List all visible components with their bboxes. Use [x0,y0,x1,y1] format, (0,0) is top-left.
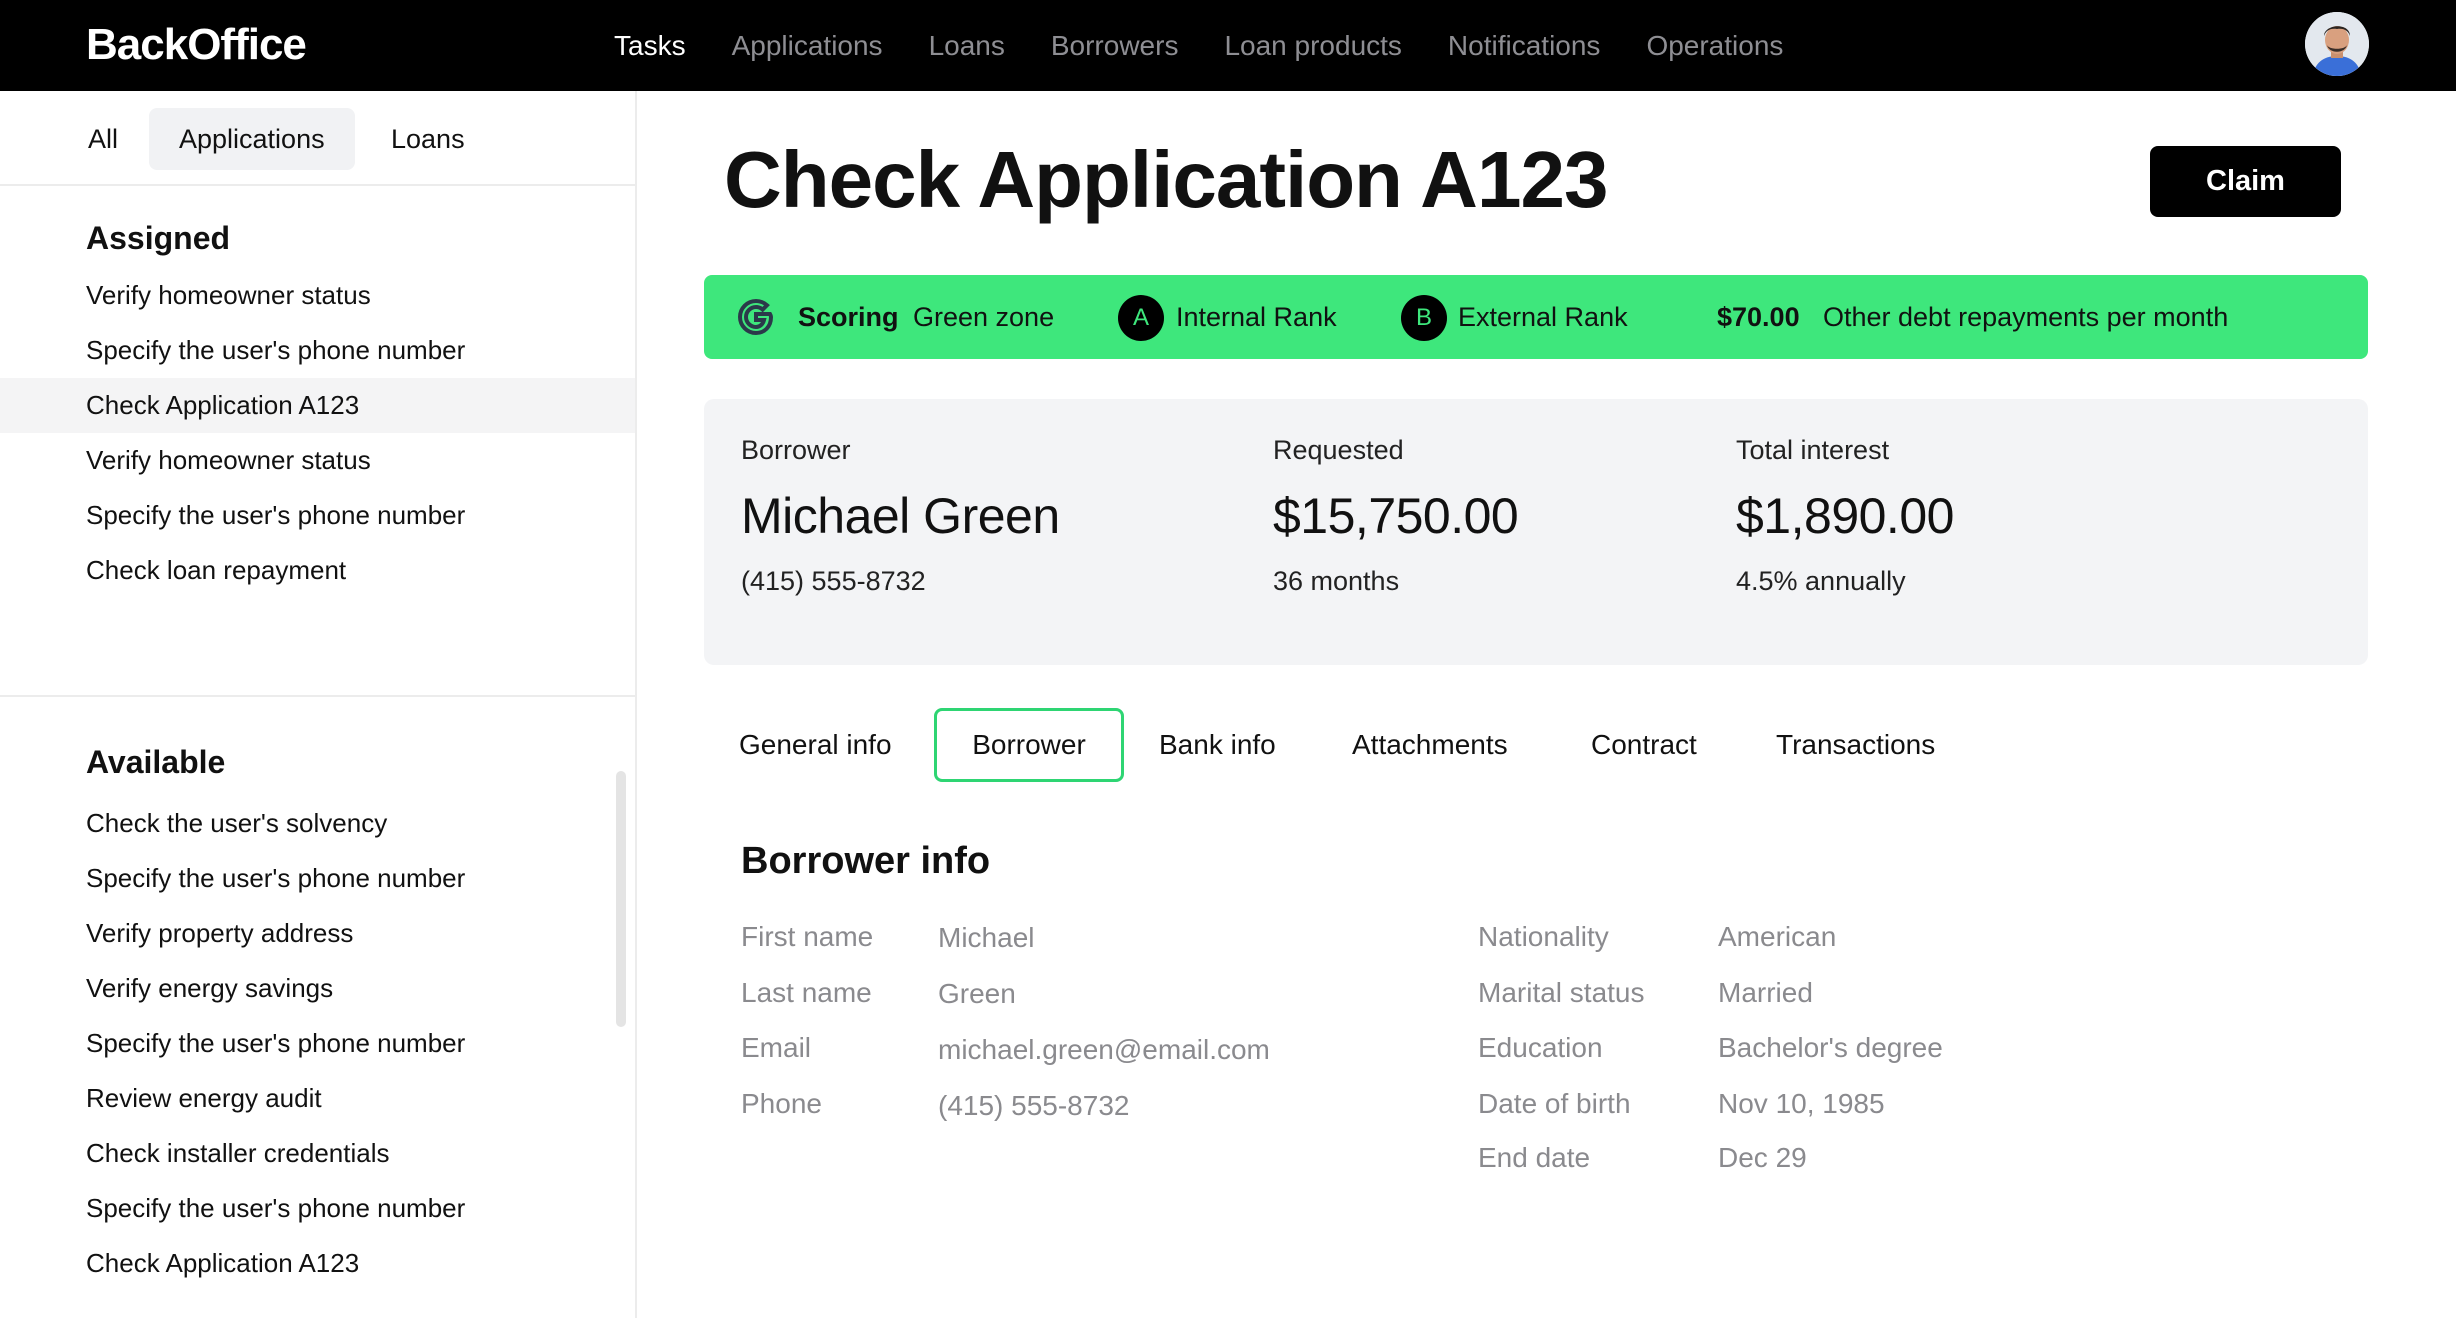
segment-applications[interactable]: Applications [149,108,355,170]
tab-attachments[interactable]: Attachments [1352,708,1508,782]
field-value-education: Bachelor's degree [1718,1032,1943,1063]
task-item[interactable]: Specify the user's phone number [0,1016,635,1071]
field-label-marital-status: Marital status [1478,977,1645,1008]
scoring-zone: Green zone [913,302,1055,332]
task-item[interactable]: Specify the user's phone number [0,1181,635,1236]
summary-borrower-phone: (415) 555-8732 [741,566,926,596]
summary-borrower-name: Michael Green [741,488,1060,544]
internal-rank-label: Internal Rank [1176,302,1337,332]
segment-loans[interactable]: Loans [361,108,495,170]
field-value-last-name: Green [938,978,1016,1009]
tab-borrower[interactable]: Borrower [934,708,1124,782]
task-item[interactable]: Check the user's solvency [0,796,635,851]
field-value-first-name: Michael [938,922,1035,953]
sidebar-scrollbar[interactable] [616,771,626,1027]
tab-general-info[interactable]: General info [739,708,892,782]
loan-summary-card: Borrower Michael Green (415) 555-8732 Re… [704,399,2368,665]
top-navigation-bar: BackOffice Tasks Applications Loans Borr… [0,0,2456,91]
summary-interest-label: Total interest [1736,435,1890,465]
field-label-end-date: End date [1478,1142,1591,1173]
summary-interest-rate: 4.5% annually [1736,566,1906,596]
nav-borrowers[interactable]: Borrowers [1051,30,1179,62]
page-title: Check Application A123 [724,135,1608,224]
field-label-email: Email [741,1032,812,1063]
task-sidebar: All Applications Loans Assigned Verify h… [0,91,637,1318]
field-value-date-of-birth: Nov 10, 1985 [1718,1088,1885,1119]
available-heading: Available [86,744,226,780]
tab-transactions[interactable]: Transactions [1776,708,1935,782]
segment-all[interactable]: All [58,108,148,170]
claim-button[interactable]: Claim [2150,146,2341,217]
nav-loans[interactable]: Loans [929,30,1005,62]
debt-amount: $70.00 [1717,302,1800,332]
external-rank-label: External Rank [1458,302,1628,332]
nav-tasks[interactable]: Tasks [614,30,686,62]
google-g-icon [737,298,774,336]
field-value-nationality: American [1718,921,1837,952]
field-value-email: michael.green@email.com [938,1034,1270,1065]
debt-label: Other debt repayments per month [1823,302,2229,332]
avatar-image [2305,12,2369,76]
segment-control: All Applications Loans [0,91,635,186]
task-item[interactable]: Verify homeowner status [0,433,635,488]
tab-contract[interactable]: Contract [1591,708,1697,782]
tab-bank-info[interactable]: Bank info [1159,708,1276,782]
task-item[interactable]: Specify the user's phone number [0,323,635,378]
task-item-selected[interactable]: Check Application A123 [0,378,635,433]
field-label-phone: Phone [741,1088,822,1119]
main-nav: Tasks Applications Loans Borrowers Loan … [614,0,1829,91]
borrower-info-heading: Borrower info [741,840,991,882]
field-label-education: Education [1478,1032,1603,1063]
task-item[interactable]: Verify homeowner status [0,268,635,323]
brand-logo[interactable]: BackOffice [86,20,307,70]
task-item[interactable]: Specify the user's phone number [0,851,635,906]
field-label-date-of-birth: Date of birth [1478,1088,1631,1119]
summary-borrower-label: Borrower [741,435,851,465]
summary-requested-term: 36 months [1273,566,1400,596]
summary-requested-amount: $15,750.00 [1273,488,1519,544]
summary-requested-label: Requested [1273,435,1404,465]
nav-loan-products[interactable]: Loan products [1224,30,1401,62]
nav-operations[interactable]: Operations [1646,30,1783,62]
available-task-list: Check the user's solvency Specify the us… [0,796,635,1291]
task-item[interactable]: Verify property address [0,906,635,961]
nav-applications[interactable]: Applications [732,30,883,62]
assigned-heading: Assigned [86,220,231,256]
task-item[interactable]: Review energy audit [0,1071,635,1126]
field-label-last-name: Last name [741,977,872,1008]
internal-rank-badge: A [1118,295,1164,341]
field-label-nationality: Nationality [1478,921,1609,952]
scoring-banner: Scoring Green zone A Internal Rank B Ext… [704,275,2368,359]
task-item[interactable]: Specify the user's phone number [0,488,635,543]
sidebar-divider [0,695,635,697]
task-item[interactable]: Check Application A123 [0,1236,635,1291]
summary-interest-amount: $1,890.00 [1736,488,1954,544]
external-rank-badge: B [1401,295,1447,341]
nav-notifications[interactable]: Notifications [1448,30,1601,62]
field-value-end-date: Dec 29 [1718,1142,1807,1173]
user-avatar[interactable] [2305,12,2369,76]
scoring-label: Scoring [798,302,899,332]
field-label-first-name: First name [741,921,874,952]
task-item[interactable]: Check loan repayment [0,543,635,598]
field-value-phone: (415) 555-8732 [938,1090,1130,1121]
task-item[interactable]: Verify energy savings [0,961,635,1016]
field-value-marital-status: Married [1718,977,1813,1008]
task-item[interactable]: Check installer credentials [0,1126,635,1181]
assigned-task-list: Verify homeowner status Specify the user… [0,268,635,598]
